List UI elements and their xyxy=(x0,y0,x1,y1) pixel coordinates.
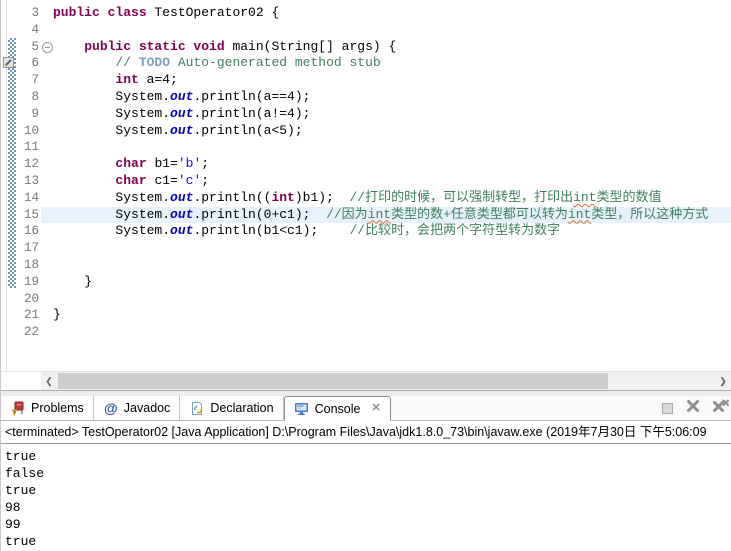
console-launch-header: <terminated> TestOperator02 [Java Applic… xyxy=(1,421,731,444)
code-line-15[interactable]: System.out.println(0+c1); //因为int类型的数+任意… xyxy=(41,206,731,224)
remove-launch-button[interactable] xyxy=(686,399,700,418)
line-number: 12 xyxy=(23,157,39,172)
code-line-12[interactable]: char b1='b'; xyxy=(53,156,731,173)
code-line-4[interactable] xyxy=(53,22,731,39)
line-number: 18 xyxy=(23,257,39,272)
line-number: 15 xyxy=(23,207,39,222)
line-number: 6 xyxy=(31,56,39,71)
svg-text:e: e xyxy=(194,403,198,412)
console-output-line: true xyxy=(5,534,37,549)
code-line-10[interactable]: System.out.println(a<5); xyxy=(53,123,731,140)
scroll-right-button[interactable]: ❯ xyxy=(715,372,731,390)
line-number: 7 xyxy=(31,73,39,88)
tab-label: Console xyxy=(314,401,361,416)
line-number: 17 xyxy=(23,241,39,256)
line-number: 16 xyxy=(23,224,39,239)
line-number: 11 xyxy=(23,140,39,155)
line-number: 19 xyxy=(23,274,39,289)
fold-collapse-icon[interactable] xyxy=(42,42,53,53)
tab-javadoc[interactable]: @ Javadoc xyxy=(93,396,181,420)
tab-label: Declaration xyxy=(210,401,274,415)
code-line-5[interactable]: public static void main(String[] args) { xyxy=(53,39,731,56)
code-line-11[interactable] xyxy=(53,139,731,156)
close-icon[interactable]: ✕ xyxy=(371,403,380,414)
line-number: 14 xyxy=(23,190,39,205)
console-icon xyxy=(294,401,310,417)
scrollbar-thumb[interactable] xyxy=(58,373,608,389)
line-number: 13 xyxy=(23,173,39,188)
code-line-13[interactable]: char c1='c'; xyxy=(53,173,731,190)
annotation-ruler[interactable] xyxy=(1,0,17,371)
javadoc-icon: @ xyxy=(103,400,118,416)
scrollbar-corner xyxy=(1,372,41,390)
code-line-6[interactable]: // TODO Auto-generated method stub xyxy=(53,55,731,72)
terminate-button[interactable] xyxy=(662,403,673,414)
line-number: 5 xyxy=(31,39,39,54)
code-line-7[interactable]: int a=4; xyxy=(53,72,731,89)
problems-icon xyxy=(10,400,26,416)
declaration-icon: e xyxy=(189,400,205,416)
eclipse-window: 3 4 5 6 7 8 9 10 11 12 13 14 15 16 17 18 19 20 21 22 public… xyxy=(0,0,731,551)
code-line-18[interactable] xyxy=(53,257,731,274)
code-line-19[interactable]: } xyxy=(53,274,731,291)
todo-task-marker-icon[interactable] xyxy=(2,56,15,69)
console-output-line: 98 xyxy=(5,500,21,515)
code-line-3[interactable]: public class TestOperator02 { xyxy=(53,5,731,22)
tab-console[interactable]: Console ✕ xyxy=(283,396,391,421)
code-line-16[interactable]: System.out.println(b1<c1); //比较时，会把两个字符型… xyxy=(53,223,731,240)
code-line-8[interactable]: System.out.println(a==4); xyxy=(53,89,731,106)
console-output-line: 99 xyxy=(5,517,21,532)
line-number-ruler[interactable]: 3 4 5 6 7 8 9 10 11 12 13 14 15 16 17 18 19 20 21 22 xyxy=(17,5,39,341)
remove-all-terminated-icon[interactable] xyxy=(713,399,729,418)
code-line-22[interactable] xyxy=(53,324,731,341)
console-toolbar xyxy=(662,399,729,418)
java-editor[interactable]: 3 4 5 6 7 8 9 10 11 12 13 14 15 16 17 18 19 20 21 22 public… xyxy=(1,0,731,371)
line-number: 9 xyxy=(31,106,39,121)
code-line-21[interactable]: } xyxy=(53,307,731,324)
tab-declaration[interactable]: e Declaration xyxy=(180,396,284,420)
line-number: 8 xyxy=(31,89,39,104)
range-indicator xyxy=(8,38,16,288)
line-number: 10 xyxy=(23,123,39,138)
code-line-9[interactable]: System.out.println(a!=4); xyxy=(53,106,731,123)
code-line-14[interactable]: System.out.println((int)b1); //打印的时候，可以强… xyxy=(53,190,731,207)
code-line-20[interactable] xyxy=(53,291,731,308)
console-output-line: false xyxy=(5,466,45,481)
horizontal-scrollbar[interactable]: ❮ ❯ xyxy=(1,371,731,390)
code-line-17[interactable] xyxy=(53,240,731,257)
console-output-line: true xyxy=(5,483,37,498)
line-number: 21 xyxy=(23,308,39,323)
console-output-line: true xyxy=(5,449,37,464)
console-output[interactable]: true false true 98 99 true xyxy=(1,444,731,551)
tab-label: Problems xyxy=(31,401,84,415)
tab-label: Javadoc xyxy=(123,401,171,415)
tab-problems[interactable]: Problems xyxy=(1,396,94,420)
line-number: 4 xyxy=(31,22,39,37)
bottom-view-tabbar: Problems @ Javadoc e Declaration Console… xyxy=(1,396,731,421)
line-number: 3 xyxy=(31,6,39,20)
line-number: 20 xyxy=(23,291,39,306)
scroll-left-button[interactable]: ❮ xyxy=(41,372,57,390)
line-number: 22 xyxy=(23,325,39,340)
code-area[interactable]: public class TestOperator02 { public sta… xyxy=(41,5,731,341)
